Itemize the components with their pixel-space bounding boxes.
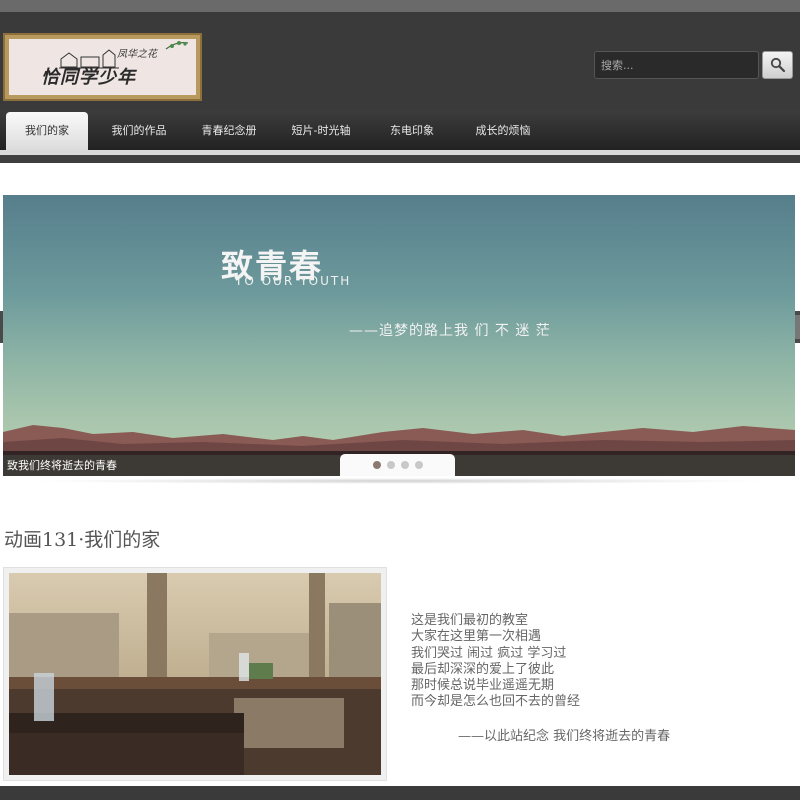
slider-dot-3[interactable] — [400, 461, 409, 469]
poem-line: 这是我们最初的教室 — [411, 613, 529, 628]
logo-inner: 凤华之花 恰同学少年 — [9, 39, 196, 95]
search-button[interactable] — [762, 51, 793, 79]
slider-pagination — [340, 454, 455, 476]
slider-dot-1[interactable] — [372, 461, 381, 469]
branch-icon — [165, 41, 189, 50]
slide-subtitle: TO OUR YOUTH — [235, 274, 352, 288]
nav-item-impression[interactable]: 东电印象 — [371, 112, 453, 150]
search-input[interactable] — [594, 51, 759, 79]
slide-quote: ——追梦的路上我 们 不 迷 茫 — [349, 323, 551, 339]
nav-item-works[interactable]: 我们的作品 — [98, 112, 180, 150]
poem-line: 而今却是怎么也回不去的曾经 — [411, 694, 581, 710]
slider-dot-4[interactable] — [414, 461, 423, 469]
slider-shadow — [30, 478, 770, 484]
nav-underbar-dark — [0, 155, 800, 163]
poem-line: 大家在这里第一次相遇 — [411, 629, 542, 645]
hero-slider[interactable]: 致青春 TO OUR YOUTH ——追梦的路上我 们 不 迷 茫 致我们终将逝… — [3, 195, 795, 476]
section-title: 动画131·我们的家 — [4, 529, 161, 551]
site-header: 凤华之花 恰同学少年 — [0, 12, 800, 110]
poem-line: 我们哭过 闹过 疯过 学习过 — [411, 645, 567, 661]
poem-line: 最后却深深的爱上了彼此 — [411, 661, 555, 677]
classroom-photo — [9, 573, 381, 775]
search-icon — [770, 57, 785, 73]
slider-dot-2[interactable] — [386, 461, 395, 469]
nav-item-timeline[interactable]: 短片-时光轴 — [280, 112, 362, 150]
top-strip — [0, 0, 800, 12]
nav-item-growing-pains[interactable]: 成长的烦恼 — [462, 112, 544, 150]
site-logo[interactable]: 凤华之花 恰同学少年 — [3, 33, 202, 101]
poem: 这是我们最初的教室 大家在这里第一次相遇 我们哭过 闹过 疯过 学习过 最后却深… — [411, 613, 580, 711]
classroom-photo-frame — [3, 567, 387, 781]
logo-signature: 凤华之花 — [117, 49, 157, 60]
bottom-bar — [0, 786, 800, 800]
nav-item-yearbook[interactable]: 青春纪念册 — [188, 112, 270, 150]
mountains-image — [3, 425, 795, 455]
main-nav: 我们的家 我们的作品 青春纪念册 短片-时光轴 东电印象 成长的烦恼 — [0, 110, 800, 150]
nav-item-home[interactable]: 我们的家 — [6, 112, 88, 150]
classroom-image — [9, 573, 381, 775]
poem-signature: ——以此站纪念 我们终将逝去的青春 — [458, 729, 671, 744]
slide-caption: 致我们终将逝去的青春 — [7, 459, 117, 472]
poem-line: 那时候总说毕业遥遥无期 — [411, 678, 555, 694]
logo-text: 恰同学少年 — [41, 67, 136, 88]
